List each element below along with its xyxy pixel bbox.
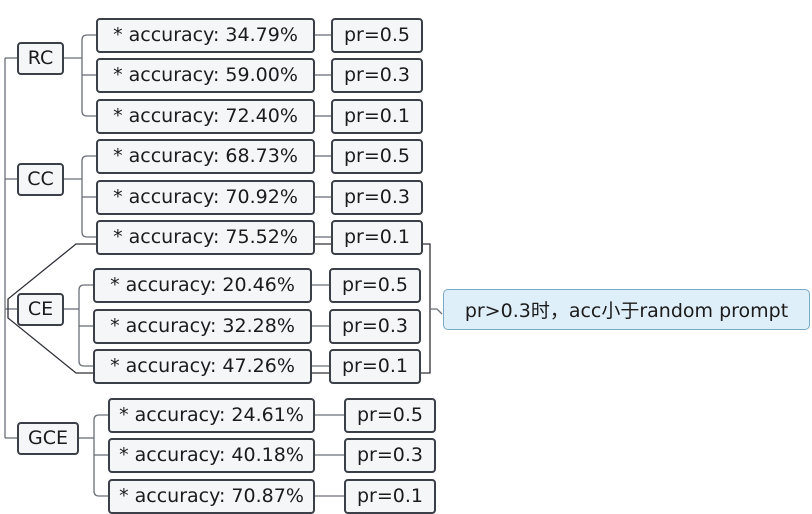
pr-node[interactable]: pr=0.1	[331, 98, 423, 134]
mind-map: RC * accuracy: 34.79% pr=0.5 * accuracy: 59…	[0, 0, 812, 514]
accuracy-node[interactable]: * accuracy: 32.28%	[93, 308, 312, 344]
accuracy-node[interactable]: * accuracy: 24.61%	[108, 397, 315, 433]
category-node-rc[interactable]: RC	[17, 41, 64, 75]
category-node-ce[interactable]: CE	[17, 292, 64, 326]
pr-node[interactable]: pr=0.5	[344, 397, 436, 433]
accuracy-node[interactable]: * accuracy: 75.52%	[96, 219, 315, 255]
category-node-gce[interactable]: GCE	[17, 421, 79, 455]
note-pointer	[430, 308, 443, 315]
accuracy-node[interactable]: * accuracy: 70.92%	[96, 179, 315, 215]
accuracy-node[interactable]: * accuracy: 68.73%	[96, 138, 315, 174]
pr-node[interactable]: pr=0.5	[329, 267, 421, 303]
pr-node[interactable]: pr=0.3	[329, 308, 421, 344]
pr-node[interactable]: pr=0.3	[344, 437, 436, 473]
accuracy-node[interactable]: * accuracy: 59.00%	[96, 57, 315, 93]
accuracy-node[interactable]: * accuracy: 34.79%	[96, 17, 315, 53]
ce-note-callout[interactable]: pr>0.3时，acc小于random prompt	[443, 289, 810, 330]
accuracy-node[interactable]: * accuracy: 20.46%	[93, 267, 312, 303]
category-node-cc[interactable]: CC	[17, 162, 64, 196]
accuracy-node[interactable]: * accuracy: 47.26%	[93, 348, 312, 384]
pr-node[interactable]: pr=0.1	[331, 219, 423, 255]
pr-node[interactable]: pr=0.1	[344, 478, 436, 514]
pr-node[interactable]: pr=0.3	[331, 57, 423, 93]
accuracy-node[interactable]: * accuracy: 70.87%	[108, 478, 315, 514]
pr-node[interactable]: pr=0.3	[331, 179, 423, 215]
pr-node[interactable]: pr=0.1	[329, 348, 421, 384]
accuracy-node[interactable]: * accuracy: 72.40%	[96, 98, 315, 134]
accuracy-node[interactable]: * accuracy: 40.18%	[108, 437, 315, 473]
pr-node[interactable]: pr=0.5	[331, 138, 423, 174]
pr-node[interactable]: pr=0.5	[331, 17, 423, 53]
